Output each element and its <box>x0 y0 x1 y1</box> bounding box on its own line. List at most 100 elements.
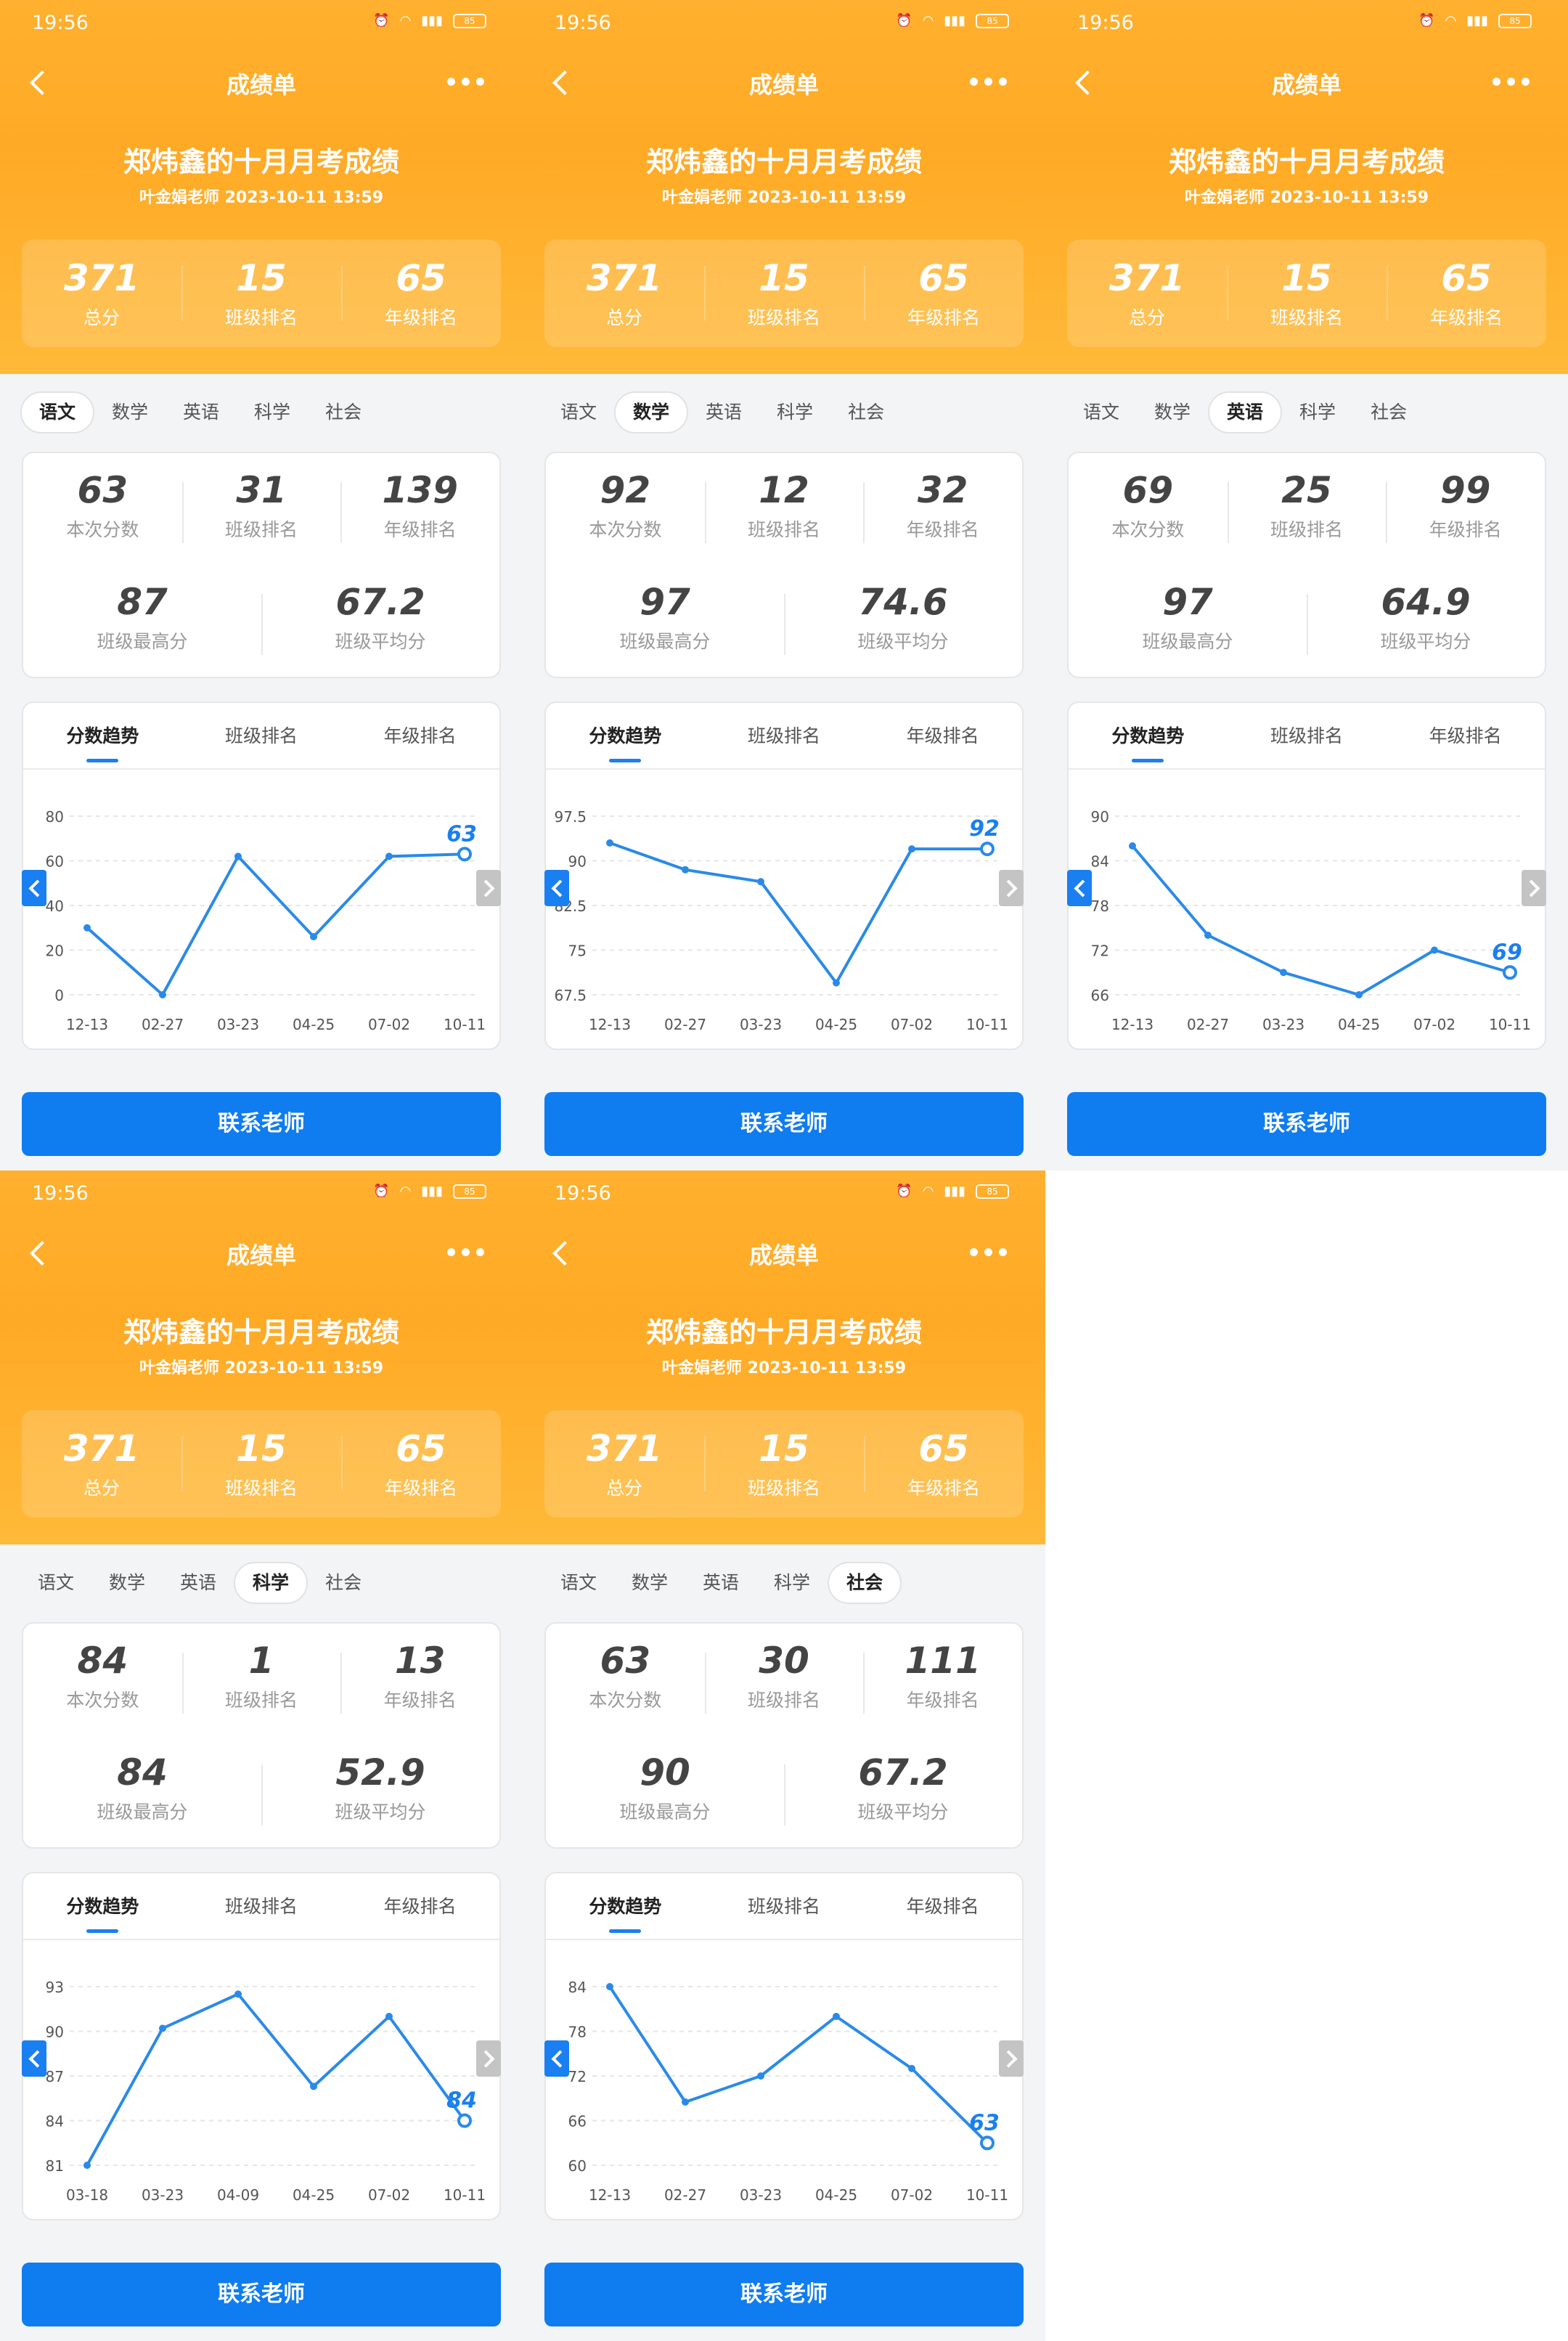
chevron-right-icon[interactable] <box>999 2040 1024 2077</box>
tab-chinese[interactable]: 语文 <box>543 391 614 433</box>
chevron-left-icon[interactable] <box>22 2040 46 2077</box>
tab-chinese[interactable]: 语文 <box>20 1562 91 1604</box>
total-grade-rank: 65 年级排名 <box>864 240 1024 347</box>
stat-label: 年级排名 <box>383 1690 457 1711</box>
tab-score-trend[interactable]: 分数趋势 <box>546 703 705 768</box>
more-options-icon[interactable] <box>447 68 491 94</box>
total-class-rank: 15 班级排名 <box>181 240 341 347</box>
x-tick-label: 10-11 <box>444 1016 486 1033</box>
status-bar: 19:56 ⏰ ◠ ▮▮▮ 85 <box>0 1170 523 1217</box>
tab-score-trend[interactable]: 分数趋势 <box>1069 703 1228 768</box>
tab-chinese[interactable]: 语文 <box>20 391 95 433</box>
more-options-icon[interactable] <box>447 1239 491 1265</box>
summary-label: 班级排名 <box>1270 307 1343 328</box>
tab-social[interactable]: 社会 <box>308 391 379 433</box>
current-value-label: 69 <box>1492 940 1522 965</box>
y-tick-label: 66 <box>568 2113 587 2130</box>
summary-label: 年级排名 <box>907 307 980 328</box>
wifi-icon: ◠ <box>922 13 934 28</box>
tab-science[interactable]: 科学 <box>234 1562 309 1604</box>
exam-title: 郑炜鑫的十月月考成绩 <box>645 1316 922 1348</box>
report-card-screen: 19:56 ⏰ ◠ ▮▮▮ 85 成绩单 郑炜鑫的十月月考成绩 叶金娟老师 20… <box>523 1170 1045 2341</box>
tab-english[interactable]: 英语 <box>685 1562 756 1604</box>
tab-social[interactable]: 社会 <box>1353 391 1424 433</box>
exam-subtitle: 叶金娟老师 2023-10-11 13:59 <box>139 189 384 207</box>
tab-science[interactable]: 科学 <box>756 1562 828 1604</box>
subject-class-rank: 25 班级排名 <box>1227 469 1387 543</box>
tab-english[interactable]: 英语 <box>166 391 237 433</box>
tab-math[interactable]: 数学 <box>94 391 166 433</box>
data-point <box>1280 969 1287 977</box>
signal-icon: ▮▮▮ <box>944 1184 965 1199</box>
contact-teacher-button[interactable]: 联系老师 <box>1067 1092 1546 1156</box>
tab-grade-rank-trend[interactable]: 年级排名 <box>863 703 1022 768</box>
x-tick-label: 10-11 <box>966 2186 1008 2204</box>
stat-value: 84 <box>117 1751 168 1794</box>
stat-value: 99 <box>1440 469 1491 511</box>
contact-teacher-button[interactable]: 联系老师 <box>544 2263 1024 2326</box>
tab-math[interactable]: 数学 <box>1137 391 1208 433</box>
summary-label: 年级排名 <box>384 307 457 328</box>
contact-teacher-button[interactable]: 联系老师 <box>22 1092 501 1156</box>
stat-value: 1 <box>248 1640 274 1682</box>
x-tick-label: 02-27 <box>664 2186 706 2204</box>
summary-value: 15 <box>236 1428 287 1470</box>
tab-class-rank-trend[interactable]: 班级排名 <box>182 703 341 768</box>
class-max-score: 97 班级最高分 <box>1069 581 1307 654</box>
more-options-icon[interactable] <box>1493 68 1536 94</box>
more-options-icon[interactable] <box>970 1239 1013 1265</box>
stat-value: 90 <box>640 1751 690 1794</box>
tab-math[interactable]: 数学 <box>91 1562 163 1604</box>
tab-math[interactable]: 数学 <box>614 391 689 433</box>
tab-english[interactable]: 英语 <box>688 391 759 433</box>
tab-science[interactable]: 科学 <box>1282 391 1353 433</box>
tab-grade-rank-trend[interactable]: 年级排名 <box>863 1873 1022 1939</box>
tab-score-trend[interactable]: 分数趋势 <box>23 1873 182 1939</box>
tab-english[interactable]: 英语 <box>1208 391 1283 433</box>
class-average-score: 67.2 班级平均分 <box>261 581 499 655</box>
tab-grade-rank-trend[interactable]: 年级排名 <box>340 703 499 768</box>
more-options-icon[interactable] <box>970 68 1013 94</box>
contact-teacher-button[interactable]: 联系老师 <box>22 2263 501 2326</box>
data-point <box>757 2072 764 2080</box>
battery-icon: 85 <box>453 13 486 28</box>
total-score: 371 总分 <box>544 240 704 347</box>
x-tick-label: 03-23 <box>1262 1016 1304 1033</box>
stat-label: 年级排名 <box>906 519 979 540</box>
tab-class-rank-trend[interactable]: 班级排名 <box>705 1873 864 1939</box>
data-point <box>1129 842 1136 850</box>
total-score: 371 总分 <box>22 1410 181 1518</box>
chevron-left-icon[interactable] <box>1067 870 1092 906</box>
chart-tabs: 分数趋势 班级排名 年级排名 <box>1069 703 1545 770</box>
chevron-left-icon[interactable] <box>22 870 46 906</box>
tab-chinese[interactable]: 语文 <box>1066 391 1137 433</box>
tab-chinese[interactable]: 语文 <box>543 1562 614 1604</box>
chevron-right-icon[interactable] <box>999 870 1024 906</box>
chevron-left-icon[interactable] <box>544 870 569 906</box>
tab-social[interactable]: 社会 <box>828 1562 902 1604</box>
summary-value: 65 <box>396 257 446 299</box>
data-point <box>234 1990 242 1998</box>
tab-score-trend[interactable]: 分数趋势 <box>23 703 182 768</box>
tab-social[interactable]: 社会 <box>830 391 902 433</box>
tab-math[interactable]: 数学 <box>614 1562 685 1604</box>
data-point <box>606 839 613 847</box>
tab-class-rank-trend[interactable]: 班级排名 <box>705 703 864 768</box>
tab-class-rank-trend[interactable]: 班级排名 <box>1228 703 1387 768</box>
chevron-right-icon[interactable] <box>1522 870 1546 906</box>
data-point <box>757 878 764 886</box>
tab-science[interactable]: 科学 <box>237 391 308 433</box>
chevron-right-icon[interactable] <box>476 2040 501 2077</box>
tab-class-rank-trend[interactable]: 班级排名 <box>182 1873 341 1939</box>
tab-english[interactable]: 英语 <box>163 1562 234 1604</box>
tab-score-trend[interactable]: 分数趋势 <box>546 1873 705 1939</box>
wifi-icon: ◠ <box>399 1184 412 1199</box>
contact-teacher-button[interactable]: 联系老师 <box>544 1092 1024 1156</box>
chevron-right-icon[interactable] <box>476 870 501 906</box>
tab-grade-rank-trend[interactable]: 年级排名 <box>340 1873 499 1939</box>
tab-science[interactable]: 科学 <box>759 391 830 433</box>
status-icons: ⏰ ◠ ▮▮▮ 85 <box>896 13 1009 28</box>
tab-social[interactable]: 社会 <box>308 1562 379 1604</box>
chevron-left-icon[interactable] <box>544 2040 569 2077</box>
tab-grade-rank-trend[interactable]: 年级排名 <box>1386 703 1545 768</box>
